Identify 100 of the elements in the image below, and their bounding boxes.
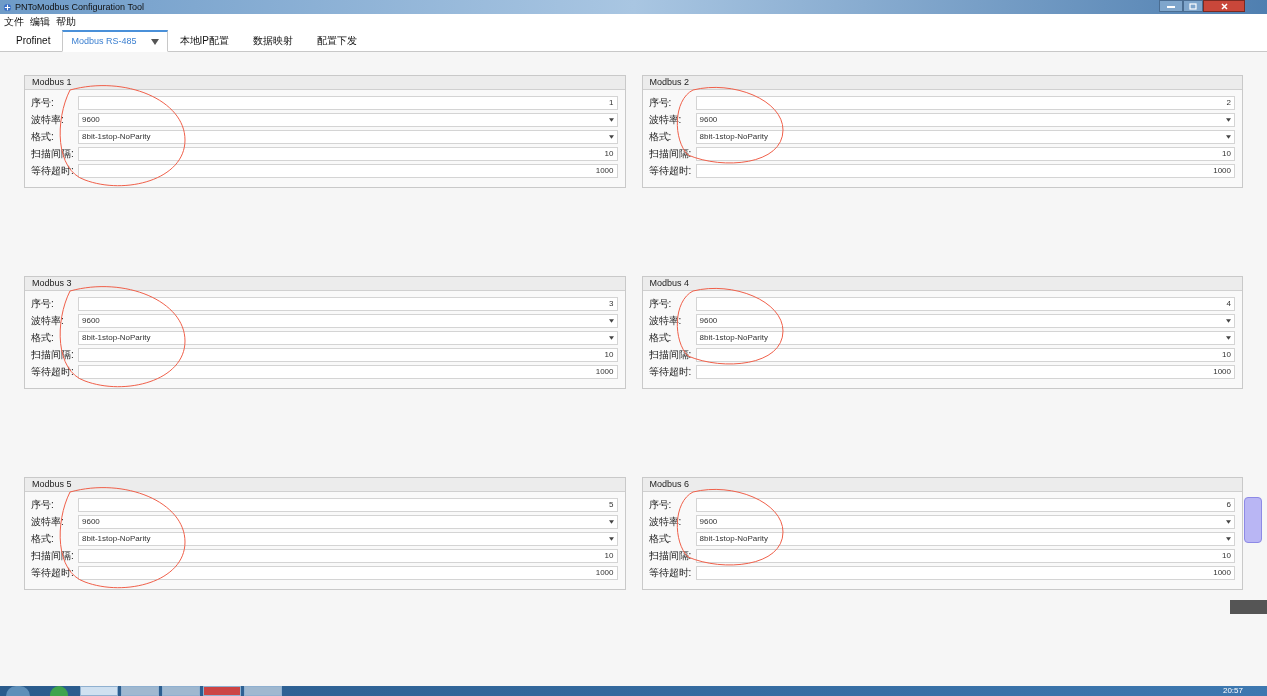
clock: 20:57 (1222, 686, 1243, 696)
input-method-widget[interactable] (1244, 497, 1262, 543)
input-field[interactable]: 10 (695, 347, 1235, 362)
field-label: 序号: (648, 297, 673, 310)
input-field[interactable]: 1000 (695, 565, 1235, 580)
tab[interactable]: Modbus RS-485 (62, 30, 168, 52)
taskbar-button[interactable] (203, 686, 241, 696)
dropdown-field[interactable]: 8bit-1stop-NoParity (695, 129, 1235, 144)
taskbar-icon[interactable] (50, 686, 68, 696)
minimize-icon (1167, 4, 1175, 8)
input-field[interactable]: 10 (695, 146, 1235, 161)
field-label: 扫描间隔: (648, 549, 693, 562)
caret-icon (608, 134, 614, 139)
field-label: 等待超时: (648, 365, 693, 378)
input-field[interactable]: 1000 (695, 163, 1235, 178)
field-label: 波特率: (31, 113, 65, 126)
field-label: 格式: (31, 331, 55, 344)
input-field[interactable]: 1 (78, 95, 618, 110)
field-label: 格式: (648, 130, 673, 143)
input-field[interactable]: 10 (78, 548, 618, 563)
app-icon (3, 2, 12, 12)
field-label: 格式: (648, 331, 673, 344)
panel-title: Modbus 5 (25, 478, 625, 492)
panel-title: Modbus 6 (642, 478, 1242, 492)
caret-icon (608, 536, 614, 541)
input-field[interactable]: 3 (78, 296, 618, 311)
input-field[interactable]: 10 (78, 347, 618, 362)
dropdown-field[interactable]: 9600 (695, 313, 1235, 328)
dropdown-field[interactable]: 8bit-1stop-NoParity (78, 129, 618, 144)
field-label: 扫描间隔: (648, 147, 693, 160)
caret-icon (1226, 318, 1231, 323)
dropdown-field[interactable]: 8bit-1stop-NoParity (695, 330, 1235, 345)
field-label: 扫描间隔: (648, 348, 693, 361)
restore-icon (1189, 2, 1197, 10)
panel-title: Modbus 2 (642, 76, 1242, 90)
input-field[interactable]: 6 (695, 497, 1235, 512)
field-label: 等待超时: (31, 365, 75, 378)
dropdown-field[interactable]: 9600 (695, 112, 1235, 127)
field-label: 格式: (31, 130, 55, 143)
dropdown-field[interactable]: 8bit-1stop-NoParity (78, 330, 618, 345)
dropdown-field[interactable]: 9600 (78, 112, 618, 127)
minimize-button[interactable] (1159, 0, 1183, 12)
field-label: 序号: (648, 96, 673, 109)
tab[interactable]: 数据映射 (240, 29, 305, 51)
field-label: 扫描间隔: (31, 147, 75, 160)
input-field[interactable]: 1000 (78, 163, 618, 178)
tab[interactable]: 本地IP配置 (167, 29, 241, 51)
start-button[interactable] (6, 686, 30, 696)
input-field[interactable]: 10 (695, 548, 1235, 563)
dropdown-field[interactable]: 9600 (78, 313, 618, 328)
tab[interactable]: 配置下发 (304, 29, 369, 51)
field-label: 波特率: (31, 515, 65, 528)
panel-title: Modbus 3 (25, 277, 625, 291)
panel-title: Modbus 4 (642, 277, 1242, 291)
field-label: 等待超时: (648, 164, 693, 177)
field-label: 序号: (31, 297, 55, 310)
field-label: 序号: (648, 498, 673, 511)
input-field[interactable]: 4 (695, 296, 1235, 311)
taskbar-button[interactable] (162, 686, 200, 696)
caret-icon (1226, 134, 1231, 139)
menu-item[interactable]: 帮助 (56, 15, 76, 29)
field-label: 等待超时: (31, 164, 75, 177)
input-field[interactable]: 1000 (78, 565, 618, 580)
caret-icon (608, 117, 614, 122)
dropdown-field[interactable]: 8bit-1stop-NoParity (78, 531, 618, 546)
field-label: 序号: (31, 498, 55, 511)
field-label: 等待超时: (31, 566, 75, 579)
input-field[interactable]: 5 (78, 497, 618, 512)
dropdown-field[interactable]: 9600 (78, 514, 618, 529)
window-title: PNToModbus Configuration Tool (15, 1, 144, 14)
field-label: 格式: (648, 532, 673, 545)
field-label: 等待超时: (648, 566, 693, 579)
field-label: 序号: (31, 96, 55, 109)
field-label: 扫描间隔: (31, 549, 75, 562)
field-label: 波特率: (31, 314, 65, 327)
field-label: 格式: (31, 532, 55, 545)
caret-icon (608, 519, 614, 524)
maximize-button[interactable] (1183, 0, 1203, 12)
input-field[interactable]: 10 (78, 146, 618, 161)
close-button[interactable] (1203, 0, 1245, 12)
dropdown-field[interactable]: 9600 (695, 514, 1235, 529)
field-label: 扫描间隔: (31, 348, 75, 361)
taskbar-button[interactable] (244, 686, 282, 696)
menu-item[interactable]: 文件 (4, 15, 24, 29)
close-icon (1220, 2, 1228, 10)
caret-icon (1226, 335, 1231, 340)
taskbar-button[interactable] (121, 686, 159, 696)
input-field[interactable]: 1000 (78, 364, 618, 379)
menu-item[interactable]: 编辑 (30, 15, 50, 29)
panel-title: Modbus 1 (25, 76, 625, 90)
caret-icon (1226, 117, 1231, 122)
input-field[interactable]: 2 (695, 95, 1235, 110)
input-field[interactable]: 1000 (695, 364, 1235, 379)
caret-icon (1226, 519, 1231, 524)
taskbar-button[interactable] (80, 686, 118, 696)
caret-icon (608, 318, 614, 323)
caret-icon (608, 335, 614, 340)
tab[interactable]: Profinet (4, 29, 63, 51)
caret-icon (1226, 536, 1231, 541)
dropdown-field[interactable]: 8bit-1stop-NoParity (695, 531, 1235, 546)
